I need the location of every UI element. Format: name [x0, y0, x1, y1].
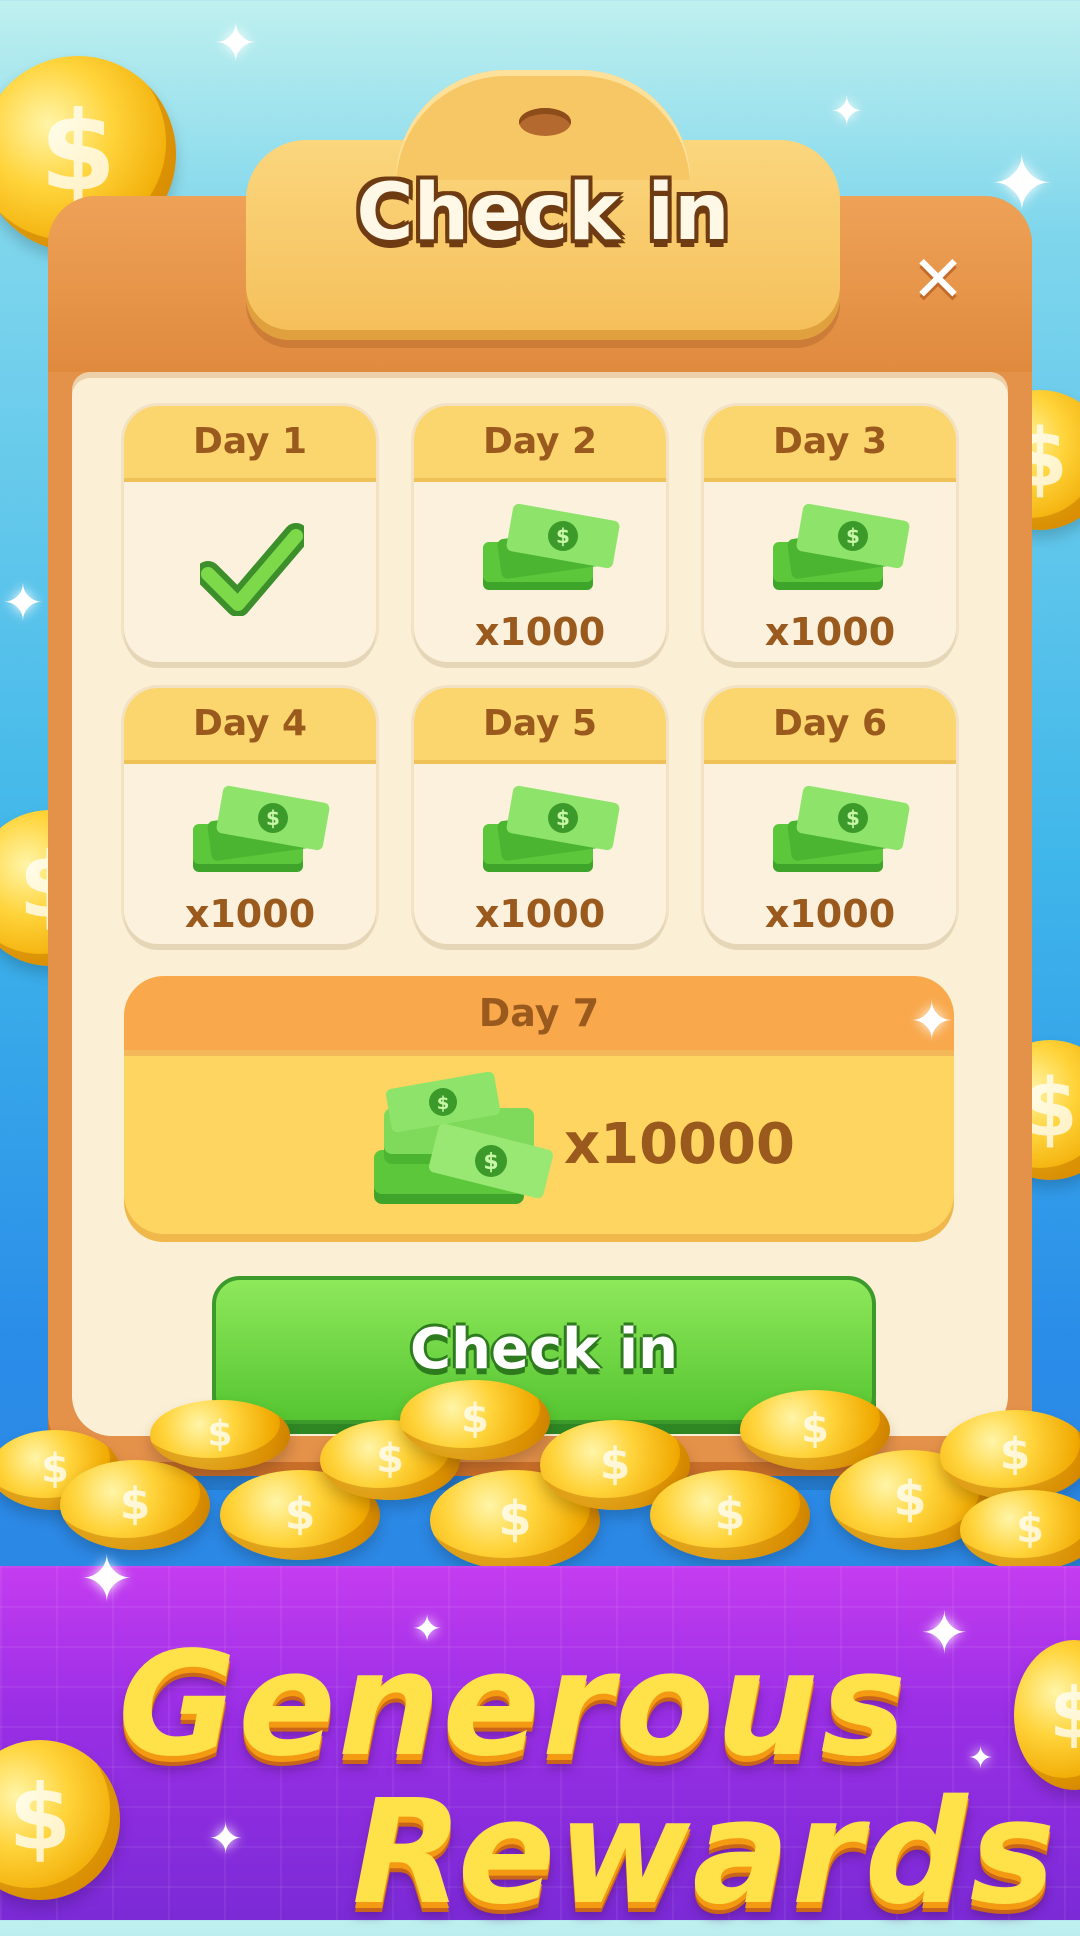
- day-label: Day 7: [124, 976, 954, 1056]
- reward-amount: x10000: [564, 1112, 795, 1177]
- reward-amount: x1000: [474, 610, 606, 654]
- day-card-7[interactable]: Day 7 $ $ x10000: [124, 976, 954, 1234]
- svg-text:$: $: [846, 806, 860, 830]
- day-label: Day 6: [704, 688, 956, 764]
- day-label: Day 1: [124, 406, 376, 482]
- cash-stack-icon: $: [483, 785, 620, 872]
- day-label: Day 2: [414, 406, 666, 482]
- day-card-3[interactable]: Day 3 $ x1000: [704, 406, 956, 662]
- cash-stack-icon: $: [773, 785, 910, 872]
- sparkle-icon: ✦: [80, 1543, 134, 1617]
- cash-stack-icon: $: [193, 785, 330, 872]
- day-card-6[interactable]: Day 6 $ x1000: [704, 688, 956, 944]
- reward-amount: x1000: [184, 892, 316, 936]
- cash-pile-icon: $ $: [374, 1071, 554, 1204]
- reward-amount: x1000: [474, 892, 606, 936]
- svg-text:$: $: [437, 1093, 450, 1114]
- svg-text:$: $: [556, 524, 570, 548]
- svg-text:$: $: [483, 1150, 498, 1175]
- clip-hole: [519, 108, 571, 136]
- close-button[interactable]: ✕: [906, 248, 970, 312]
- sparkle-icon: ✦: [214, 14, 258, 74]
- sparkle-icon: ✦: [208, 1814, 244, 1863]
- reward-amount: x1000: [764, 892, 896, 936]
- checkmark-icon: [200, 523, 304, 616]
- cash-stack-icon: $: [483, 503, 620, 590]
- promo-headline-line2: Rewards: [352, 1768, 1058, 1936]
- page-title: Check in: [356, 168, 730, 258]
- sparkle-icon: ✦: [910, 992, 954, 1052]
- day-label: Day 5: [414, 688, 666, 764]
- day-card-2[interactable]: Day 2 $ x1000: [414, 406, 666, 662]
- coin-icon: [650, 1470, 810, 1560]
- coin-icon: [940, 1410, 1080, 1500]
- coin-icon: [60, 1460, 210, 1550]
- svg-text:$: $: [266, 806, 280, 830]
- coin-icon: [150, 1400, 290, 1470]
- reward-amount: x1000: [764, 610, 896, 654]
- day-card-4[interactable]: Day 4 $ x1000: [124, 688, 376, 944]
- day-label: Day 4: [124, 688, 376, 764]
- cash-stack-icon: $: [773, 503, 910, 590]
- sparkle-icon: ✦: [920, 1599, 969, 1667]
- promo-headline-line1: Generous: [118, 1620, 909, 1788]
- day-card-5[interactable]: Day 5 $ x1000: [414, 688, 666, 944]
- sparkle-icon: ✦: [2, 574, 44, 632]
- coin-pile: [0, 1370, 1080, 1590]
- svg-text:$: $: [556, 806, 570, 830]
- day-card-1[interactable]: Day 1: [124, 406, 376, 662]
- coin-icon: [960, 1490, 1080, 1570]
- day-label: Day 3: [704, 406, 956, 482]
- coin-icon: [400, 1380, 550, 1460]
- svg-text:$: $: [846, 524, 860, 548]
